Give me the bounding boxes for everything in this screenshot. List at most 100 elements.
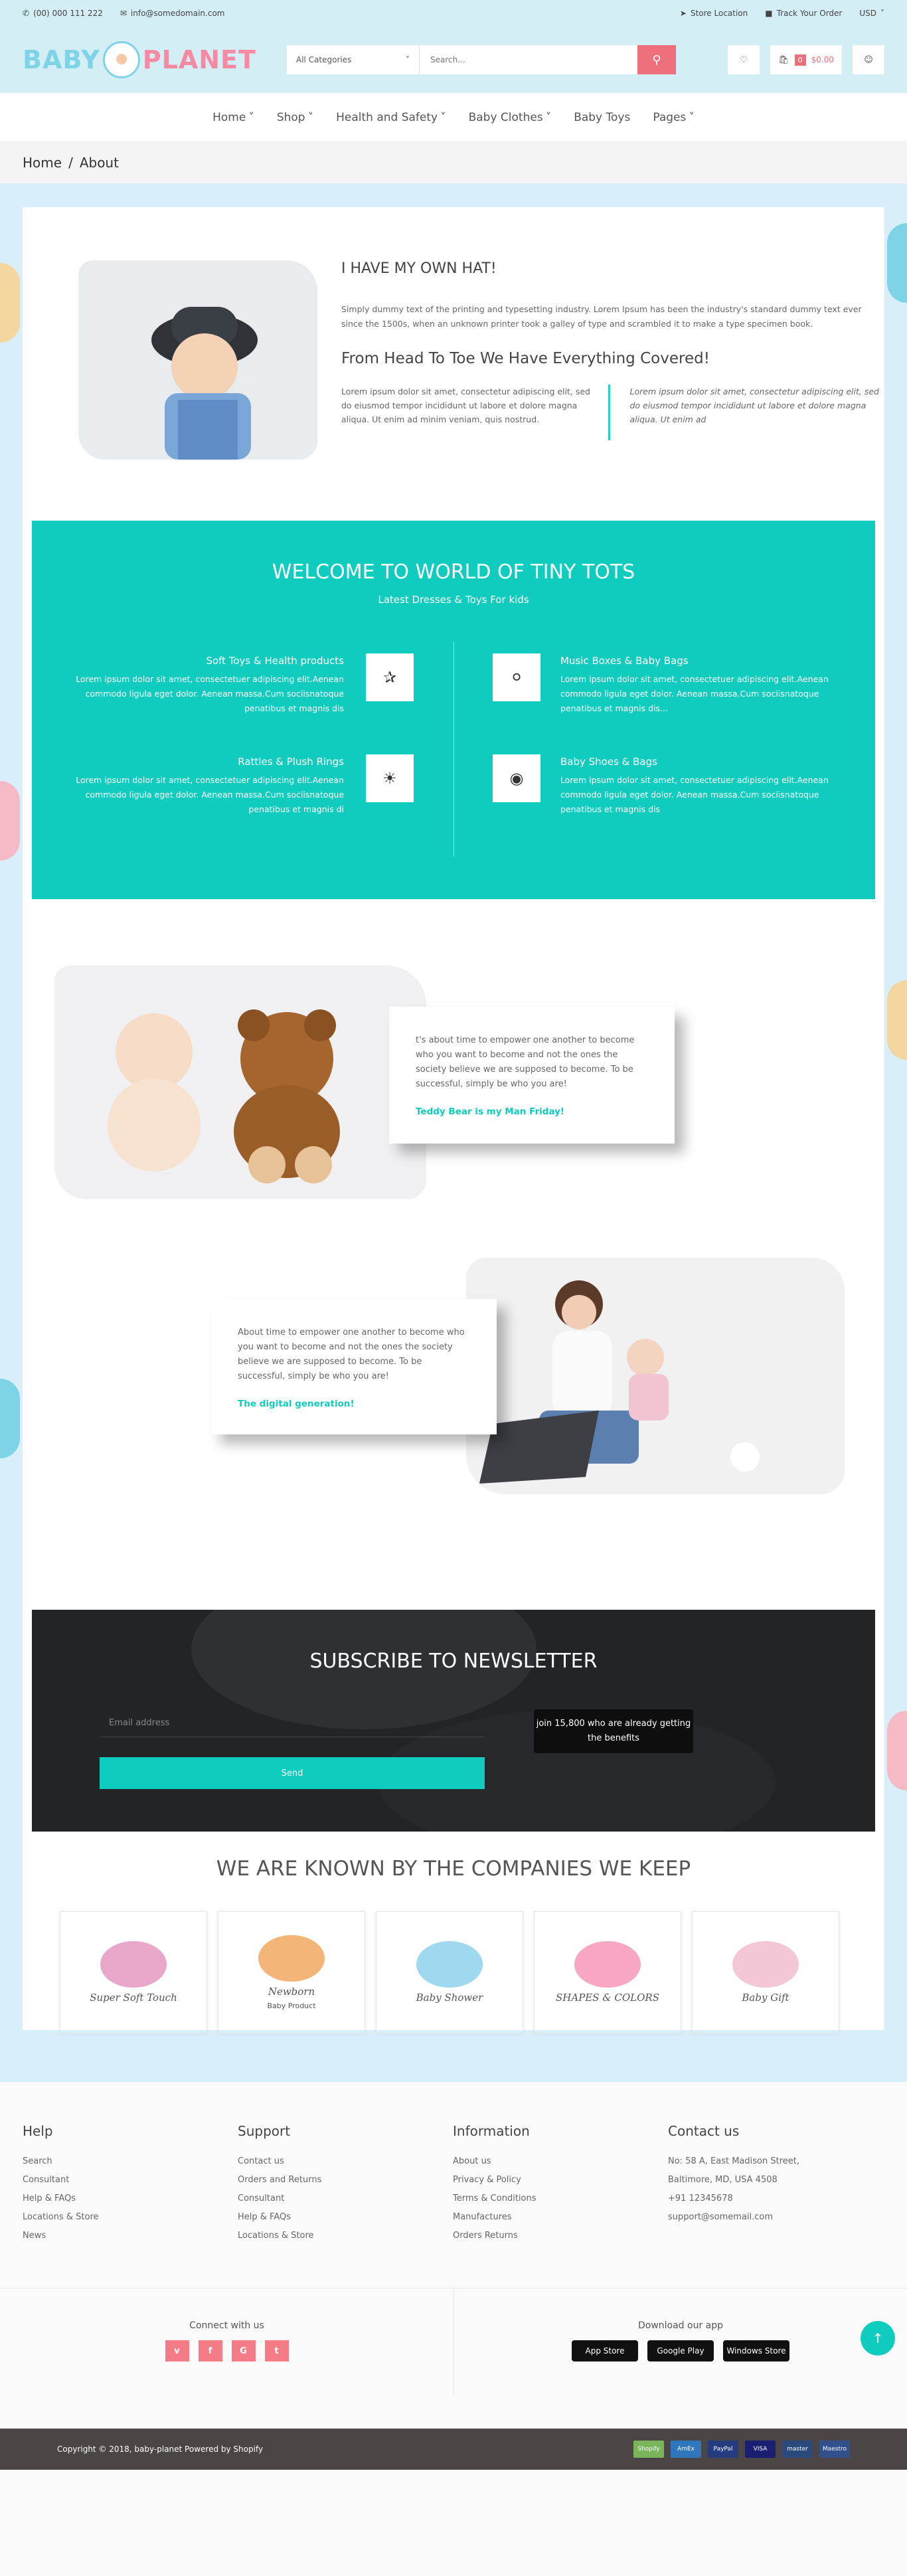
cart-button[interactable]: 🛍 0 $0.00 [770,45,842,74]
nav-item-baby-clothes[interactable]: Baby Clothes ˅ [469,111,552,124]
digital-section: About time to empower one another to bec… [54,1258,884,1510]
chevron-down-icon: ˅ [248,110,254,124]
brand-mark-icon [258,1934,325,1982]
newsletter-badge: join 15,800 who are already getting the … [534,1709,693,1753]
mail-icon: ✉ [120,9,127,18]
location-pin-icon: ➤ [679,9,687,18]
google-icon[interactable]: G [231,2340,256,2361]
brand-logo[interactable]: Newborn Baby Product [218,1911,365,2033]
email-info[interactable]: ✉ info@somedomain.com [120,9,225,18]
app-store-badge[interactable]: Google Play [647,2340,714,2361]
site-header: BABY PLANET All Categories˅ ⚲ ♡ 🛍0$0.00 … [0,27,907,93]
footer-link[interactable]: Terms & Conditions [453,2193,668,2203]
app-store-badge[interactable]: Windows Store [723,2340,789,2361]
category-select[interactable]: All Categories ˅ [287,45,420,74]
breadcrumb-current: About [79,155,119,171]
brand-subname: Baby Product [267,2001,316,2010]
footer-link[interactable]: Help & FAQs [23,2193,238,2203]
footer-link[interactable]: Orders Returns [453,2231,668,2241]
stroller-icon: ◉ [493,754,540,802]
decor-shape [887,223,907,303]
nav-item-health-and-safety[interactable]: Health and Safety ˅ [336,111,446,124]
nav-item-shop[interactable]: Shop ˅ [277,111,313,124]
search-button[interactable]: ⚲ [637,45,676,74]
feature-soft-toys: Soft Toys & Health products Lorem ipsum … [76,655,344,713]
feature-baby-shoes: Baby Shoes & Bags Lorem ipsum dolor sit … [560,756,829,814]
brands-section: WE ARE KNOWN BY THE COMPANIES WE KEEP Su… [23,1857,884,2033]
decor-shape [0,1379,20,1458]
brand-logo[interactable]: SHAPES & COLORS [534,1911,681,2033]
teddy-link[interactable]: Teddy Bear is my Man Friday! [416,1106,648,1117]
footer-link[interactable]: Locations & Store [238,2231,453,2241]
brand-name: Baby Shower [416,1992,483,2004]
nav-item-label: Baby Toys [574,110,631,124]
nav-item-label: Baby Clothes [468,110,543,124]
content-panel: I HAVE MY OWN HAT! Simply dummy text of … [23,207,884,2033]
brand-mark-icon [416,1941,483,1988]
payment-icon: master [782,2441,813,2458]
user-icon: ☺ [864,54,873,65]
nav-item-baby-toys[interactable]: Baby Toys [574,111,630,124]
footer-link[interactable]: Consultant [238,2193,453,2203]
track-order-link[interactable]: ■ Track Your Order [765,9,842,18]
main-nav: Home ˅ Shop ˅ Health and Safety ˅ Baby Clothes… [0,93,907,142]
app-store-badge[interactable]: App Store [572,2340,638,2361]
search-input[interactable] [420,45,637,74]
chevron-down-icon: ˅ [689,110,695,124]
digital-link[interactable]: The digital generation! [238,1399,470,1409]
page-background: I HAVE MY OWN HAT! Simply dummy text of … [0,183,907,2082]
heart-icon: ♡ [740,54,748,65]
breadcrumb-home[interactable]: Home [23,155,62,171]
nav-item-home[interactable]: Home ˅ [212,111,254,124]
payment-icon: Shopify [633,2441,664,2458]
decor-shape [887,980,907,1060]
pinwheel-icon: ✰ [366,653,414,701]
nav-item-pages[interactable]: Pages ˅ [653,111,695,124]
copyright-bar: Copyright © 2018, baby-planet Powered by… [0,2429,907,2470]
teddy-card: t's about time to empower one another to… [389,1007,675,1144]
footer-link[interactable]: Contact us [238,2156,453,2166]
contact-detail[interactable]: support@somemail.com [668,2212,883,2222]
tumblr-icon[interactable]: t [264,2340,289,2361]
footer-link[interactable]: Locations & Store [23,2212,238,2222]
footer-link[interactable]: Help & FAQs [238,2212,453,2222]
wishlist-button[interactable]: ♡ [728,45,760,74]
footer-link[interactable]: Search [23,2156,238,2166]
scroll-top-button[interactable]: ↑ [861,2321,895,2356]
vimeo-icon[interactable]: v [165,2340,189,2361]
footer-column-help: Help Search Consultant Help & FAQs Locations… [23,2123,238,2249]
store-location-link[interactable]: ➤ Store Location [680,9,748,18]
currency-select[interactable]: USD ˅ [859,9,884,18]
sun-icon: ☀ [366,754,414,802]
brand-logo[interactable]: Baby Gift [692,1911,839,2033]
baby-with-hat-image [78,260,317,460]
brand-name: Baby Gift [742,1992,789,2004]
footer-link[interactable]: Orders and Returns [238,2175,453,2185]
account-button[interactable]: ☺ [853,45,884,74]
facebook-icon[interactable]: f [198,2340,222,2361]
footer-link[interactable]: Consultant [23,2175,238,2185]
footer-column-information: Information About us Privacy & Policy Terms… [453,2123,668,2249]
footer-column-support: Support Contact us Orders and Returns Consu… [238,2123,453,2249]
newsletter-email-input[interactable]: Email address [100,1709,485,1737]
phone-icon: ✆ [23,9,30,18]
footer-link[interactable]: News [23,2231,238,2241]
chevron-down-icon: ˅ [307,110,314,124]
footer-link[interactable]: Manufactures [453,2212,668,2222]
download-block: Download our app App Store Google Play Win… [454,2288,907,2395]
newsletter-send-button[interactable]: Send [100,1757,485,1789]
decor-shape [0,781,20,861]
footer-link[interactable]: About us [453,2156,668,2166]
chevron-down-icon: ˅ [545,110,552,124]
shopping-bag-icon: 🛍 [778,54,789,65]
newsletter-title: SUBSCRIBE TO NEWSLETTER [309,1650,598,1673]
contact-detail[interactable]: +91 12345678 [668,2193,883,2203]
nav-item-label: Pages [653,110,687,124]
footer-link[interactable]: Privacy & Policy [453,2175,668,2185]
breadcrumb: Home / About [0,142,907,183]
download-title: Download our app [637,2320,724,2331]
about-title: I HAVE MY OWN HAT! [341,260,497,277]
logo[interactable]: BABY PLANET [23,41,256,78]
brand-logo[interactable]: Baby Shower [376,1911,523,2033]
brand-logo[interactable]: Super Soft Touch [60,1911,207,2033]
